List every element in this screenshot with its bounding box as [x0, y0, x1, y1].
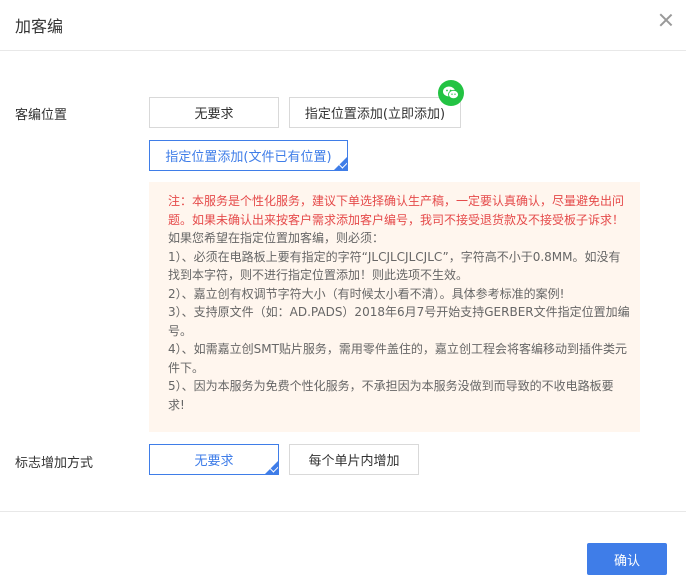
add-customer-code-dialog: 加客编 客编位置 无要求 指定位置添加(立即添加) 指定位置添加(文件已有位置)…	[0, 0, 686, 584]
position-option-none[interactable]: 无要求	[149, 97, 279, 128]
position-option-immediate-label: 指定位置添加(立即添加)	[304, 107, 446, 122]
notice-item: 3）、支持原文件（如：AD.PADS）2018年6月7号开始支持GERBER文件…	[168, 305, 630, 338]
notice-item: 4）、如需嘉立创SMT贴片服务，需用零件盖住的，嘉立创工程会将客编移动到插件类元…	[168, 342, 627, 375]
marking-option-none[interactable]: 无要求	[149, 444, 279, 475]
position-label: 客编位置	[15, 108, 68, 123]
wechat-icon[interactable]	[438, 80, 464, 106]
notice-item: 2）、嘉立创有权调节字符大小（有时候太小看不清）。具体参考标准的案例!	[168, 286, 565, 301]
dialog-title: 加客编	[15, 17, 64, 36]
check-corner-icon	[269, 463, 278, 473]
position-option-file-position[interactable]: 指定位置添加(文件已有位置)	[149, 140, 348, 171]
notice-item: 1）、必须在电路板上要有指定的字符“JLCJLCJLCJLC”，字符高不小于0.…	[168, 249, 621, 283]
close-icon[interactable]	[658, 12, 674, 28]
notice-item: 5）、因为本服务为免费个性化服务，不承担因为本服务没做到而导致的不收电路板要求!	[168, 379, 614, 412]
position-option-file-position-label: 指定位置添加(文件已有位置)	[165, 150, 332, 165]
marking-option-per-piece[interactable]: 每个单片内增加	[289, 444, 419, 475]
check-corner-icon	[338, 159, 347, 169]
notice-intro: 如果您希望在指定位置加客编，则必须：	[168, 231, 385, 245]
notice-box: 注：本服务是个性化服务，建议下单选择确认生产稿，一定要认真确认，尽量避免出问题。…	[149, 182, 640, 432]
marking-label: 标志增加方式	[15, 456, 94, 471]
marking-option-per-piece-label: 每个单片内增加	[308, 454, 400, 469]
confirm-button[interactable]: 确认	[587, 543, 667, 575]
position-option-immediate[interactable]: 指定位置添加(立即添加)	[289, 97, 461, 128]
notice-warning: 注：本服务是个性化服务，建议下单选择确认生产稿，一定要认真确认，尽量避免出问题。…	[168, 194, 625, 227]
dialog-header: 加客编	[0, 0, 686, 51]
marking-option-none-label: 无要求	[194, 454, 234, 469]
wechat-glyph	[443, 86, 459, 100]
position-option-none-label: 无要求	[194, 107, 234, 122]
footer-divider	[0, 511, 686, 512]
